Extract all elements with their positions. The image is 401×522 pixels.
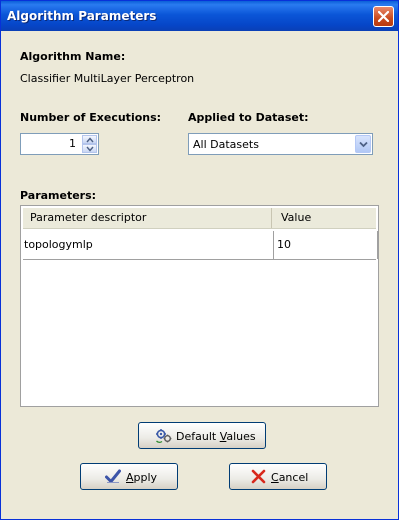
apply-label: Apply bbox=[126, 471, 158, 484]
dataset-label: Applied to Dataset: bbox=[188, 111, 309, 124]
table-cell-descriptor[interactable]: topologymlp bbox=[23, 231, 274, 259]
table-cell-value[interactable]: 10 bbox=[275, 231, 378, 259]
title-bar[interactable]: Algorithm Parameters bbox=[1, 1, 398, 31]
window-title: Algorithm Parameters bbox=[7, 9, 157, 23]
spin-down-button[interactable] bbox=[82, 144, 97, 153]
cancel-label: Cancel bbox=[271, 471, 309, 484]
algorithm-name-value: Classifier MultiLayer Perceptron bbox=[20, 72, 195, 85]
dataset-dropdown-button[interactable] bbox=[355, 135, 371, 153]
checkmark-icon bbox=[105, 469, 121, 483]
parameters-label: Parameters: bbox=[20, 189, 97, 202]
executions-label: Number of Executions: bbox=[20, 111, 162, 124]
dataset-selected-value: All Datasets bbox=[193, 138, 259, 151]
column-header-value[interactable]: Value bbox=[273, 208, 377, 228]
table-row[interactable]: topologymlp 10 bbox=[23, 231, 378, 260]
column-header-descriptor[interactable]: Parameter descriptor bbox=[23, 208, 272, 228]
spinner-arrows bbox=[82, 135, 97, 153]
algorithm-name-label: Algorithm Name: bbox=[20, 50, 126, 63]
dataset-combobox[interactable]: All Datasets bbox=[188, 133, 373, 155]
arrow-down-icon bbox=[86, 146, 94, 152]
executions-spinner[interactable]: 1 bbox=[20, 133, 99, 155]
x-mark-icon bbox=[251, 469, 266, 484]
close-icon bbox=[378, 11, 389, 22]
apply-button[interactable]: Apply bbox=[80, 463, 178, 490]
chevron-down-icon bbox=[359, 141, 368, 148]
default-values-label: Default Values bbox=[176, 430, 256, 443]
algorithm-parameters-dialog: Algorithm Parameters Algorithm Name: Cla… bbox=[0, 0, 399, 520]
cancel-button[interactable]: Cancel bbox=[229, 463, 327, 490]
close-button[interactable] bbox=[373, 6, 394, 27]
gears-refresh-icon bbox=[156, 429, 172, 444]
arrow-up-icon bbox=[86, 137, 94, 143]
spin-up-button[interactable] bbox=[82, 135, 97, 144]
parameters-table[interactable]: Parameter descriptor Value topologymlp 1… bbox=[20, 205, 379, 407]
table-header: Parameter descriptor Value bbox=[23, 208, 376, 229]
executions-value[interactable]: 1 bbox=[69, 137, 76, 150]
default-values-button[interactable]: Default Values bbox=[138, 422, 266, 449]
